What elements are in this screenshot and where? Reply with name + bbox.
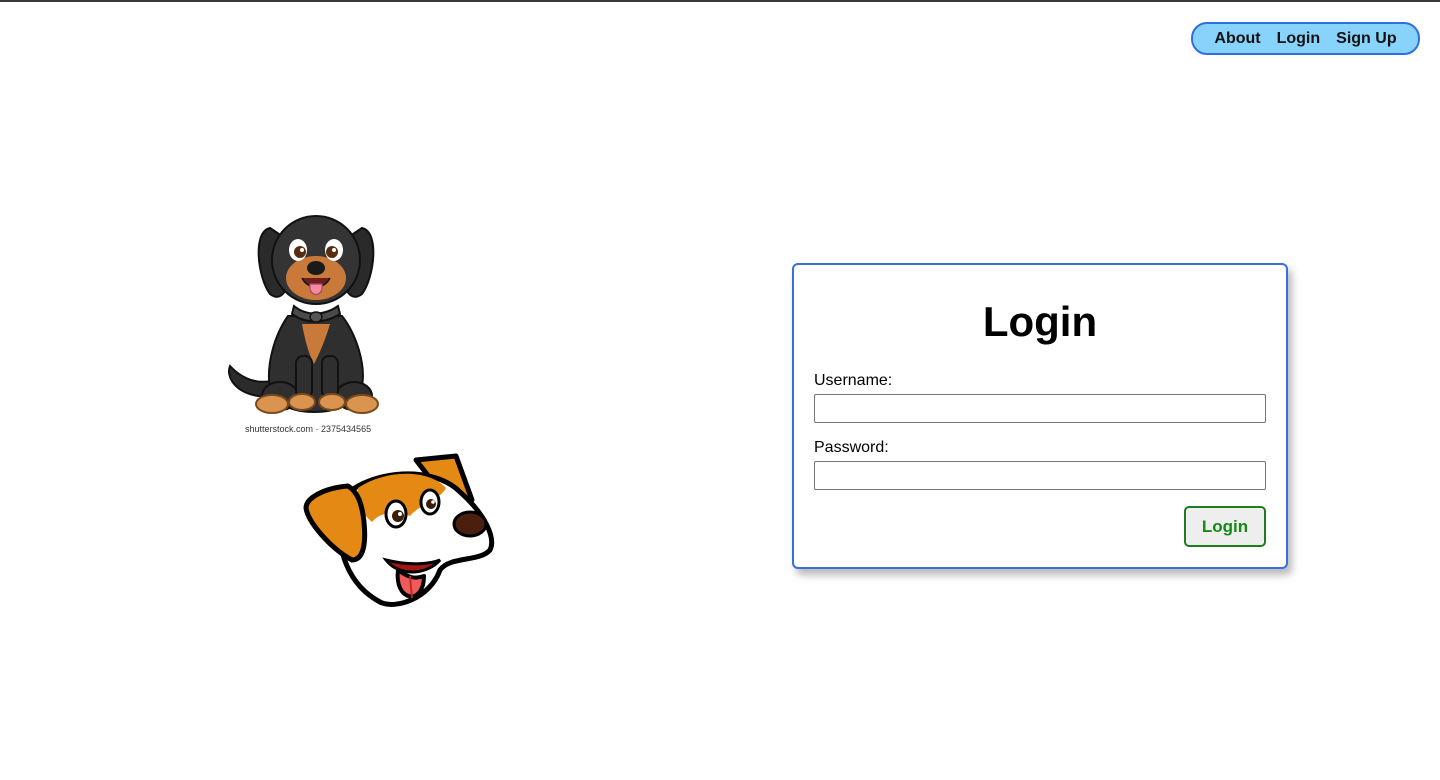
login-title: Login bbox=[982, 298, 1098, 345]
watermark-text: shutterstock.com · 2375434565 bbox=[245, 424, 372, 434]
username-input[interactable] bbox=[814, 394, 1266, 423]
username-label: Username: bbox=[814, 372, 893, 389]
top-nav: About Login Sign Up bbox=[1191, 22, 1420, 55]
top-border-line bbox=[0, 0, 1440, 2]
login-card: Login Username: Password: Login bbox=[792, 263, 1288, 569]
password-label: Password: bbox=[814, 439, 889, 456]
password-input[interactable] bbox=[814, 461, 1266, 490]
sitting-puppy-image bbox=[228, 215, 379, 414]
nav-login-link[interactable]: Login bbox=[1277, 30, 1321, 48]
beagle-head-image bbox=[303, 453, 495, 607]
nav-about-link[interactable]: About bbox=[1214, 30, 1260, 48]
nav-signup-link[interactable]: Sign Up bbox=[1336, 30, 1396, 48]
login-submit-button[interactable]: Login bbox=[1184, 506, 1266, 547]
